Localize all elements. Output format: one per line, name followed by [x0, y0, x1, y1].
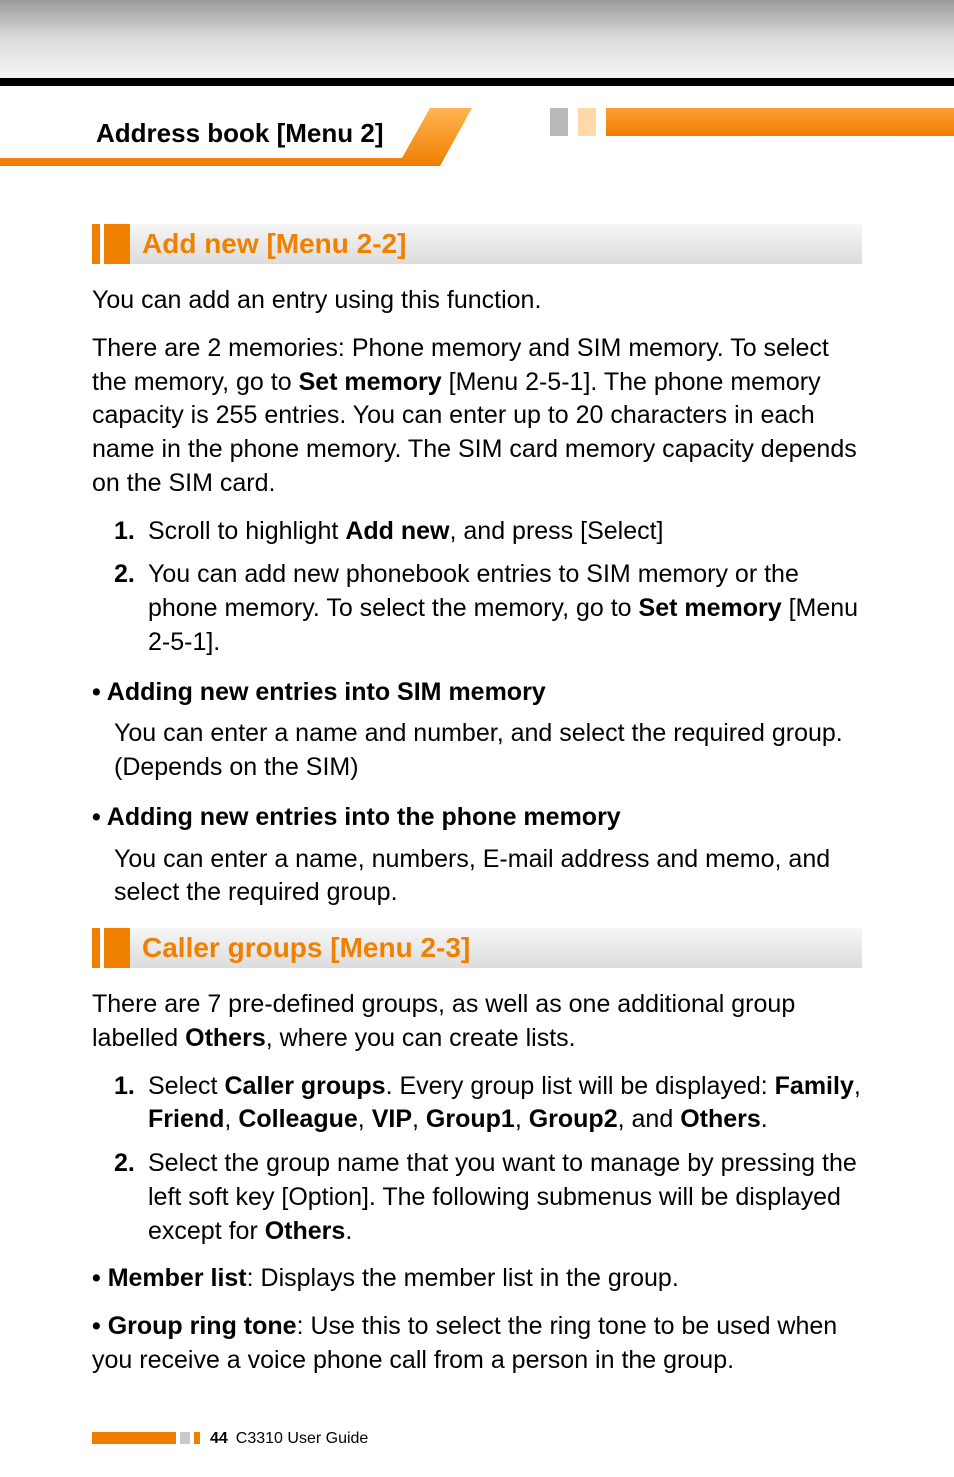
bold-group: Others [680, 1105, 761, 1133]
bold-others: Others [185, 1024, 266, 1052]
list-item: 2. Select the group name that you want t… [114, 1147, 862, 1248]
header-gradient [0, 0, 954, 78]
chapter-title: Address book [Menu 2] [96, 118, 383, 149]
text: . [761, 1105, 768, 1133]
bold-group: VIP [372, 1105, 412, 1133]
section-heading-label: Caller groups [Menu 2-3] [130, 928, 862, 968]
bold-group: Group1 [426, 1105, 515, 1133]
text: , [515, 1105, 529, 1133]
text: , [358, 1105, 372, 1133]
step-text: Select the group name that you want to m… [148, 1147, 862, 1248]
callergroups-intro: There are 7 pre-defined groups, as well … [92, 988, 862, 1056]
heading-bar-thick [104, 224, 130, 264]
text: Select [148, 1072, 224, 1100]
page-number: 44 [210, 1428, 228, 1450]
footer-bar-orange [92, 1432, 176, 1444]
bullet-heading-sim: • Adding new entries into SIM memory [92, 676, 862, 710]
chapter-title-tab: Address book [Menu 2] [0, 108, 430, 158]
step-number: 1. [114, 1070, 148, 1138]
title-decor-strip [550, 108, 954, 136]
decor-bar-orange [606, 108, 954, 136]
text: . [345, 1217, 352, 1245]
bullet-body-sim: You can enter a name and number, and sel… [92, 717, 862, 785]
bold-group: Friend [148, 1105, 224, 1133]
bullet-rest: : Displays the member list in the group. [247, 1264, 679, 1292]
bullet-group-ring-tone: • Group ring tone: Use this to select th… [92, 1310, 862, 1378]
text: Scroll to highlight [148, 517, 345, 545]
text: , [224, 1105, 238, 1133]
text: . Every group list will be displayed: [386, 1072, 775, 1100]
text: Select the group name that you want to m… [148, 1149, 857, 1245]
text: , [412, 1105, 426, 1133]
list-item: 1. Select Caller groups. Every group lis… [114, 1070, 862, 1138]
bold-group: Colleague [238, 1105, 357, 1133]
bold-group: Group2 [529, 1105, 618, 1133]
addnew-body: There are 2 memories: Phone memory and S… [92, 332, 862, 501]
list-item: 2. You can add new phonebook entries to … [114, 558, 862, 659]
content-area: Add new [Menu 2-2] You can add an entry … [0, 166, 954, 1477]
bold-group: Family [775, 1072, 854, 1100]
header-spacer [0, 86, 954, 108]
step-text: Select Caller groups. Every group list w… [148, 1070, 862, 1138]
step-number: 1. [114, 515, 148, 549]
decor-bar-light-orange [578, 108, 596, 136]
bold-caller-groups: Caller groups [224, 1072, 385, 1100]
callergroups-steps: 1. Select Caller groups. Every group lis… [92, 1070, 862, 1249]
bullet-lead: • Group ring tone [92, 1312, 297, 1340]
section-heading-caller-groups: Caller groups [Menu 2-3] [92, 928, 862, 968]
bold-add-new: Add new [345, 517, 449, 545]
header-black-bar [0, 78, 954, 86]
decor-bar-grey [550, 108, 568, 136]
bold-set-memory: Set memory [639, 594, 782, 622]
heading-bar-thick [104, 928, 130, 968]
guide-name: C3310 User Guide [236, 1428, 369, 1450]
heading-bar-thin [92, 224, 100, 264]
step-text: You can add new phonebook entries to SIM… [148, 558, 862, 659]
addnew-intro: You can add an entry using this function… [92, 284, 862, 318]
section-heading-label: Add new [Menu 2-2] [130, 224, 862, 264]
text: , where you can create lists. [266, 1024, 576, 1052]
text: , and [618, 1105, 681, 1133]
footer-bar-orange-small [194, 1432, 200, 1444]
page: Address book [Menu 2] Add new [Menu 2-2]… [0, 0, 954, 1477]
chapter-title-bar: Address book [Menu 2] [0, 108, 954, 166]
footer-bar-grey [180, 1432, 190, 1444]
addnew-steps: 1. Scroll to highlight Add new, and pres… [92, 515, 862, 660]
page-footer: 44 C3310 User Guide [92, 1428, 862, 1450]
bullet-heading-phone: • Adding new entries into the phone memo… [92, 801, 862, 835]
section-heading-add-new: Add new [Menu 2-2] [92, 224, 862, 264]
heading-bar-thin [92, 928, 100, 968]
bullet-body-phone: You can enter a name, numbers, E-mail ad… [92, 843, 862, 911]
bullet-lead: • Member list [92, 1264, 247, 1292]
text: , [854, 1072, 861, 1100]
step-number: 2. [114, 1147, 148, 1248]
text: , and press [Select] [450, 517, 664, 545]
bold-others: Others [265, 1217, 346, 1245]
list-item: 1. Scroll to highlight Add new, and pres… [114, 515, 862, 549]
bullet-member-list: • Member list: Displays the member list … [92, 1262, 862, 1296]
bold-set-memory: Set memory [299, 368, 442, 396]
step-text: Scroll to highlight Add new, and press [… [148, 515, 862, 549]
step-number: 2. [114, 558, 148, 659]
